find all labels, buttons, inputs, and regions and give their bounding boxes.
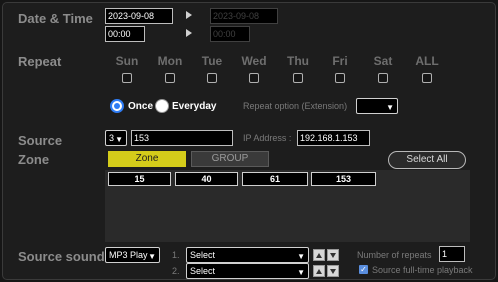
checkbox-mon[interactable] [165, 73, 175, 83]
day-sun: Sun [115, 54, 139, 68]
sound-row-index: 2. [172, 266, 180, 276]
source-type-value: 3 [109, 133, 115, 143]
fulltime-label: Source full-time playback [372, 265, 473, 275]
checkbox-all[interactable] [422, 73, 432, 83]
move-up-icon[interactable] [313, 249, 325, 261]
time-arrow-icon [186, 29, 192, 37]
fulltime-checkbox[interactable]: ✓ [359, 265, 368, 274]
chevron-down-icon: ▼ [297, 268, 305, 277]
ip-address-field[interactable]: 192.168.1.153 [297, 130, 370, 146]
checkbox-wed[interactable] [249, 73, 259, 83]
sound-select-2[interactable]: Select ▼ [186, 263, 309, 279]
chevron-down-icon: ▼ [115, 135, 123, 144]
checkbox-sat[interactable] [378, 73, 388, 83]
ip-address-label: IP Address : [243, 133, 292, 143]
source-sound-label: Source sound [18, 249, 105, 264]
radio-everyday[interactable] [155, 99, 169, 113]
move-down-icon[interactable] [327, 265, 339, 277]
radio-everyday-label: Everyday [172, 101, 217, 112]
zone-cell[interactable]: 61 [242, 172, 308, 186]
repeats-field[interactable]: 1 [439, 246, 465, 262]
radio-once-label: Once [128, 101, 154, 112]
chevron-down-icon: ▼ [297, 252, 305, 261]
sound-select-1-value: Select [190, 250, 216, 260]
chevron-down-icon: ▼ [386, 103, 394, 112]
zone-label: Zone [18, 152, 50, 167]
day-tue: Tue [201, 54, 223, 68]
start-date-field[interactable]: 2023-09-08 [105, 8, 173, 24]
start-time-field[interactable]: 00:00 [105, 26, 145, 42]
sound-select-1[interactable]: Select ▼ [186, 247, 309, 263]
zone-cell[interactable]: 40 [175, 172, 238, 186]
repeat-label: Repeat [18, 54, 62, 69]
end-date-field[interactable]: 2023-09-08 [210, 8, 278, 24]
day-sat: Sat [373, 54, 393, 68]
player-select[interactable]: MP3 Play ▼ [105, 247, 160, 263]
repeat-option-select[interactable]: ▼ [356, 98, 398, 114]
source-label: Source [18, 133, 63, 148]
player-value: MP3 Play [109, 250, 148, 260]
day-thu: Thu [287, 54, 309, 68]
zone-cell[interactable]: 153 [311, 172, 376, 186]
repeat-option-label: Repeat option (Extension) [243, 101, 348, 111]
select-all-button[interactable]: Select All [388, 151, 466, 169]
checkbox-tue[interactable] [207, 73, 217, 83]
day-all: ALL [415, 54, 439, 68]
radio-once[interactable] [110, 99, 124, 113]
tab-zone[interactable]: Zone [108, 151, 186, 167]
tab-group[interactable]: GROUP [191, 151, 269, 167]
zone-cell[interactable]: 15 [108, 172, 171, 186]
checkbox-fri[interactable] [335, 73, 345, 83]
source-id-field[interactable]: 153 [131, 130, 233, 146]
date-time-label: Date & Time [18, 11, 93, 26]
sound-row-index: 1. [172, 250, 180, 260]
source-type-select[interactable]: 3 ▼ [105, 130, 127, 146]
chevron-down-icon: ▼ [148, 252, 156, 261]
move-up-icon[interactable] [313, 265, 325, 277]
checkbox-sun[interactable] [122, 73, 132, 83]
end-time-field[interactable]: 00:00 [210, 26, 250, 42]
day-wed: Wed [241, 54, 267, 68]
move-down-icon[interactable] [327, 249, 339, 261]
day-fri: Fri [332, 54, 348, 68]
checkbox-thu[interactable] [293, 73, 303, 83]
day-mon: Mon [157, 54, 183, 68]
date-arrow-icon [186, 11, 192, 19]
repeats-label: Number of repeats [357, 250, 432, 260]
sound-select-2-value: Select [190, 266, 216, 276]
